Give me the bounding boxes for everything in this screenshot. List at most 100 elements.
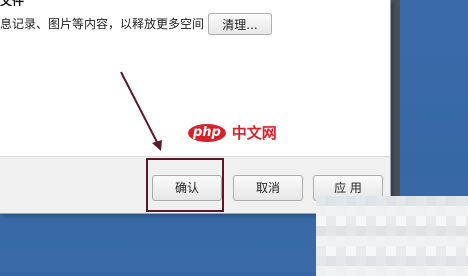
pixel-cell bbox=[426, 266, 436, 276]
pixel-cell bbox=[316, 246, 326, 256]
pixel-cell bbox=[316, 236, 326, 246]
pixel-cell bbox=[376, 236, 386, 246]
pixel-cell bbox=[446, 256, 456, 266]
pixel-cell bbox=[396, 246, 406, 256]
pixel-cell bbox=[406, 266, 416, 276]
pixel-cell bbox=[416, 246, 426, 256]
pixel-cell bbox=[406, 216, 416, 226]
pixel-cell bbox=[326, 236, 336, 246]
pixel-cell bbox=[366, 266, 376, 276]
pixel-cell bbox=[356, 226, 366, 236]
pixel-cell bbox=[356, 206, 366, 216]
pixel-cell bbox=[316, 256, 326, 266]
pixel-cell bbox=[396, 216, 406, 226]
watermark-logo: php bbox=[188, 123, 226, 142]
pixel-cell bbox=[376, 256, 386, 266]
highlight-box bbox=[146, 158, 224, 212]
pixel-cell bbox=[426, 216, 436, 226]
pixel-cell bbox=[406, 196, 416, 206]
pixel-cell bbox=[406, 206, 416, 216]
pixel-cell bbox=[366, 256, 376, 266]
pixel-cell bbox=[346, 216, 356, 226]
pixel-cell bbox=[436, 226, 446, 236]
pixel-cell bbox=[326, 256, 336, 266]
pixel-cell bbox=[346, 266, 356, 276]
pixel-cell bbox=[356, 266, 366, 276]
pixel-cell bbox=[366, 236, 376, 246]
pixel-cell bbox=[416, 236, 426, 246]
section-heading-text: 文件 bbox=[0, 0, 36, 6]
cancel-button[interactable]: 取消 bbox=[233, 175, 303, 201]
pixel-cell bbox=[356, 246, 366, 256]
pixel-cell bbox=[406, 226, 416, 236]
pixel-cell bbox=[326, 196, 336, 206]
pixel-cell bbox=[456, 206, 466, 216]
pixel-cell bbox=[436, 216, 446, 226]
pixel-cell bbox=[456, 226, 466, 236]
watermark-text: 中文网 bbox=[231, 124, 277, 142]
pixel-cell bbox=[316, 266, 326, 276]
pixel-cell bbox=[346, 246, 356, 256]
pixel-cell bbox=[396, 256, 406, 266]
pixel-cell bbox=[436, 236, 446, 246]
pixel-cell bbox=[396, 196, 406, 206]
pixel-cell bbox=[426, 196, 436, 206]
pixel-cell bbox=[416, 216, 426, 226]
pixel-cell bbox=[426, 236, 436, 246]
pixel-cell bbox=[456, 216, 466, 226]
pixel-cell bbox=[446, 216, 456, 226]
pixel-cell bbox=[456, 236, 466, 246]
pixel-cell bbox=[386, 256, 396, 266]
pixel-cell bbox=[326, 246, 336, 256]
pixel-cell bbox=[416, 226, 426, 236]
pixel-cell bbox=[416, 266, 426, 276]
pixel-cell bbox=[326, 216, 336, 226]
pixel-cell bbox=[446, 226, 456, 236]
pixel-cell bbox=[346, 206, 356, 216]
pixel-cell bbox=[336, 206, 346, 216]
pixel-cell bbox=[346, 226, 356, 236]
pixel-cell bbox=[446, 236, 456, 246]
pixel-cell bbox=[436, 246, 446, 256]
pixel-cell bbox=[326, 226, 336, 236]
pixel-cell bbox=[346, 256, 356, 266]
pixel-cell bbox=[376, 246, 386, 256]
pixel-cell bbox=[386, 246, 396, 256]
pixel-cell bbox=[336, 256, 346, 266]
pixelated-area bbox=[316, 196, 468, 276]
pixel-cell bbox=[346, 236, 356, 246]
pixel-cell bbox=[396, 206, 406, 216]
pixel-cell bbox=[336, 226, 346, 236]
pixel-cell bbox=[316, 206, 326, 216]
pixel-cell bbox=[436, 206, 446, 216]
pixel-cell bbox=[456, 266, 466, 276]
pixel-cell bbox=[376, 226, 386, 236]
pixel-cell bbox=[336, 246, 346, 256]
pixel-cell bbox=[386, 266, 396, 276]
pixel-cell bbox=[376, 216, 386, 226]
pixel-cell bbox=[366, 196, 376, 206]
pixel-cell bbox=[336, 266, 346, 276]
pixel-cell bbox=[436, 266, 446, 276]
pixel-cell bbox=[366, 226, 376, 236]
pixel-cell bbox=[366, 246, 376, 256]
pixel-cell bbox=[416, 206, 426, 216]
pixel-cell bbox=[426, 256, 436, 266]
pixel-cell bbox=[436, 256, 446, 266]
pixel-cell bbox=[446, 196, 456, 206]
pixel-cell bbox=[356, 196, 366, 206]
storage-info-text: 息记录、图片等内容，以释放更多空间 bbox=[0, 17, 205, 31]
clean-button[interactable]: 清理... bbox=[208, 13, 272, 35]
pixel-cell bbox=[326, 266, 336, 276]
pixel-cell bbox=[356, 256, 366, 266]
pixel-cell bbox=[426, 246, 436, 256]
pixel-cell bbox=[426, 206, 436, 216]
pixel-cell bbox=[446, 246, 456, 256]
pixel-cell bbox=[346, 196, 356, 206]
pixel-cell bbox=[386, 216, 396, 226]
watermark: php 中文网 bbox=[188, 122, 277, 144]
pixel-cell bbox=[376, 196, 386, 206]
pixel-cell bbox=[426, 226, 436, 236]
pixel-cell bbox=[446, 206, 456, 216]
pixel-cell bbox=[316, 226, 326, 236]
